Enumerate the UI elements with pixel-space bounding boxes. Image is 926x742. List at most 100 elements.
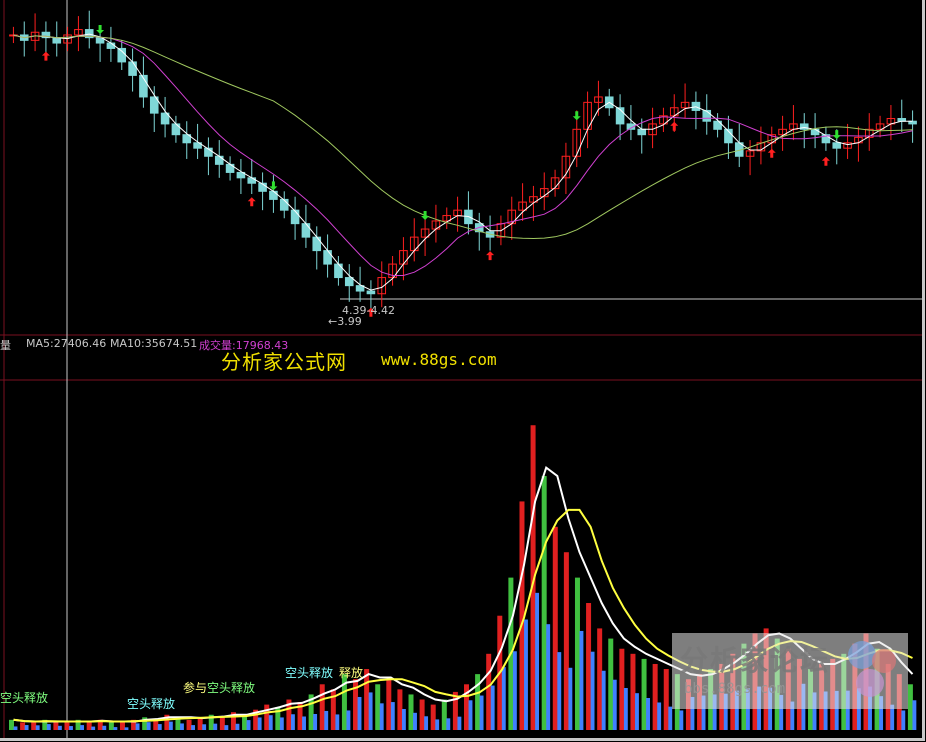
volume-sub-bar <box>191 725 195 730</box>
buy-arrow-icon <box>767 148 776 158</box>
indicator-name: 量 <box>0 339 11 352</box>
candle-body <box>832 142 842 149</box>
volume-bar <box>641 658 647 730</box>
volume-sub-bar <box>113 727 118 730</box>
volume-bar <box>119 722 125 730</box>
sell-arrow-icon <box>832 130 841 140</box>
volume-bar <box>9 719 14 730</box>
buy-arrow-icon <box>41 51 50 61</box>
volume-sub-bar <box>912 700 917 730</box>
volume-sub-bar <box>213 723 218 730</box>
volume-bar <box>219 717 225 730</box>
chart-canvas[interactable] <box>0 0 922 738</box>
volume-sub-bar <box>35 725 40 730</box>
candle-body <box>323 250 332 265</box>
ma-long-line <box>13 34 913 240</box>
volume-sub-bar <box>379 703 384 730</box>
volume-sub-bar <box>91 726 96 730</box>
volume-sub-bar <box>612 679 617 730</box>
volume-bar <box>197 717 203 730</box>
volume-sub-bar <box>524 619 528 730</box>
volume-sub-bar <box>457 716 462 730</box>
volume-sub-bar <box>446 718 451 730</box>
volume-sub-bar <box>302 716 306 730</box>
volume-bar <box>20 722 26 730</box>
volume-sub-bar <box>80 725 85 730</box>
volume-sub-bar <box>413 712 417 730</box>
volume-bar <box>541 476 547 730</box>
volume-sub-bar <box>535 592 540 730</box>
volume-sub-bar <box>657 702 662 730</box>
volume-sub-bar <box>24 725 29 730</box>
volume-bar <box>574 577 580 730</box>
signal-label: 空头释放 <box>285 666 334 680</box>
volume-sub-bar <box>246 720 251 730</box>
volume-sub-bar <box>679 710 684 730</box>
volume-bar <box>563 552 569 730</box>
price-pane <box>9 10 917 317</box>
signal-label: 空头释放 <box>207 681 256 695</box>
volume-bar <box>364 669 370 730</box>
volume-bar <box>397 689 403 730</box>
volume-sub-bar <box>335 714 340 730</box>
volume-bar <box>907 684 913 730</box>
volume-bar <box>619 648 625 730</box>
buy-arrow-icon <box>821 156 830 166</box>
volume-bar <box>597 628 603 730</box>
candle-body <box>290 209 300 225</box>
forum-logo: 分析家论坛 bbs.88gs.com <box>672 633 908 709</box>
volume-sub-bar <box>268 715 273 730</box>
candle-body <box>799 123 809 130</box>
volume-sub-bar <box>46 724 51 730</box>
volume-bar <box>264 704 270 730</box>
logo-url: bbs.88gs.com <box>684 681 786 697</box>
volume-sub-bar <box>512 651 517 730</box>
volume-sub-bar <box>279 717 284 730</box>
volume-bar <box>586 603 592 730</box>
candle-body <box>106 42 116 49</box>
volume-sub-bar <box>146 722 151 730</box>
volume-bar <box>441 699 447 730</box>
volume-sub-bar <box>901 710 906 730</box>
volume-sub-bar <box>13 726 18 730</box>
volume-sub-bar <box>168 721 173 730</box>
candle-body <box>366 290 376 295</box>
volume-sub-bar <box>324 710 329 730</box>
volume-sub-bar <box>601 670 606 730</box>
signal-label: 参与 <box>183 681 208 695</box>
candle-body <box>279 198 289 211</box>
volume-bar <box>186 719 192 730</box>
volume-sub-bar <box>435 719 440 730</box>
volume-sub-bar <box>623 688 628 730</box>
candle-body <box>301 223 311 238</box>
volume-sub-bar <box>501 667 506 730</box>
volume-sub-bar <box>202 724 207 730</box>
buy-arrow-icon <box>486 251 495 261</box>
volume-sub-bar <box>490 685 495 730</box>
volume-bar <box>552 526 558 730</box>
candle-body <box>702 109 712 122</box>
watermark-url: www.88gs.com <box>381 350 497 369</box>
candle-body <box>312 236 322 252</box>
ma-short-line <box>13 33 913 291</box>
volume-sub-bar <box>590 651 595 730</box>
volume-sub-bar <box>224 725 229 730</box>
candle-body <box>810 128 820 136</box>
volume-sub-bar <box>635 693 639 730</box>
candle-body <box>128 61 137 76</box>
volume-bar <box>608 638 614 730</box>
volume-sub-bar <box>401 709 406 730</box>
volume-bar <box>430 704 436 730</box>
ma10-value: MA10:35674.51 <box>110 337 198 350</box>
volume-sub-bar <box>180 723 184 730</box>
volume-sub-bar <box>69 726 73 730</box>
volume-sub-bar <box>579 630 584 730</box>
watermark-title: 分析家公式网 <box>221 350 347 374</box>
candle-body <box>334 263 343 279</box>
volume-sub-bar <box>235 723 240 730</box>
candle-body <box>269 190 278 200</box>
candle-body <box>637 128 647 136</box>
volume-bar <box>630 653 636 730</box>
volume-bar <box>419 699 425 730</box>
volume-bar <box>486 653 492 730</box>
